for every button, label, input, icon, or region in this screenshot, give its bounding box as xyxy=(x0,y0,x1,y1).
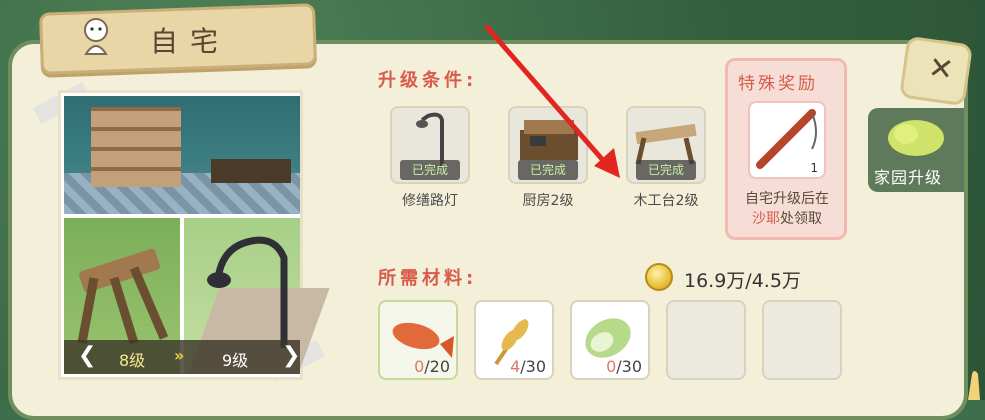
special-reward-title: 特殊奖励 xyxy=(738,74,818,94)
reward-text-line1: 自宅升级后在 xyxy=(745,191,829,207)
current-level: 8级 xyxy=(119,351,146,370)
level-bar: ❮ 8级 » 9级 ❯ xyxy=(64,340,300,374)
coin-amount: 16.9万/4.5万 xyxy=(684,270,801,292)
status-badge: 已完成 xyxy=(636,160,696,180)
material-wheat[interactable]: 4/30 xyxy=(474,300,554,380)
condition-label: 修缮路灯 xyxy=(402,193,458,209)
street-lamp-icon xyxy=(416,112,444,166)
materials-title: 所需材料: xyxy=(378,268,478,289)
workbench-icon xyxy=(635,123,697,165)
street-lamp-icon xyxy=(207,236,288,348)
mascot-icon xyxy=(84,18,108,55)
bench-image xyxy=(211,159,291,183)
close-button[interactable]: ✕ xyxy=(899,35,973,107)
home-preview: ❮ 8级 » 9级 ❯ xyxy=(58,90,330,380)
pointer-hand-icon xyxy=(968,371,980,400)
red-arrow-annotation xyxy=(484,24,620,178)
page-title: 自宅 xyxy=(150,25,231,58)
garden-upgrade-icon xyxy=(888,120,944,156)
reward-text-line2: 处领取 xyxy=(780,211,822,227)
special-reward-panel: 特殊奖励 1 自宅升级后在 沙耶处领取 xyxy=(725,58,847,240)
reward-description: 自宅升级后在 沙耶处领取 xyxy=(732,189,842,229)
upgrade-conditions-title: 升级条件: xyxy=(378,70,478,91)
tab-garden-upgrade[interactable]: 家园升级 xyxy=(868,108,964,192)
material-fish[interactable]: 0/20 xyxy=(378,300,458,380)
material-count: 0/30 xyxy=(606,357,642,376)
next-level: 9级 xyxy=(222,351,249,370)
reward-npc-name: 沙耶 xyxy=(752,211,780,227)
condition-label: 木工台2级 xyxy=(633,193,699,209)
prev-level-button[interactable]: ❮ xyxy=(78,343,96,368)
reward-count: 1 xyxy=(810,161,818,175)
tab-label: 家园升级 xyxy=(874,168,943,187)
coin-icon xyxy=(645,263,673,291)
material-count: 0/20 xyxy=(414,357,450,376)
material-slot-empty xyxy=(666,300,746,380)
material-cabbage[interactable]: 0/30 xyxy=(570,300,650,380)
condition-street-lamp[interactable]: 已完成 xyxy=(390,106,470,184)
condition-workbench[interactable]: 已完成 xyxy=(626,106,706,184)
condition-label: 厨房2级 xyxy=(522,193,574,209)
material-slot-empty xyxy=(762,300,842,380)
next-level-button[interactable]: ❯ xyxy=(282,343,300,368)
material-count: 4/30 xyxy=(510,357,546,376)
reward-item[interactable]: 1 xyxy=(748,101,826,179)
status-badge: 已完成 xyxy=(400,160,460,180)
close-icon: ✕ xyxy=(925,50,956,89)
shelf-image xyxy=(91,107,181,187)
double-chevron-right-icon: » xyxy=(174,346,185,365)
sawhorse-icon xyxy=(77,248,169,345)
